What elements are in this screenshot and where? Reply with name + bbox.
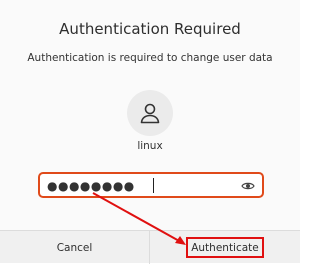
user-avatar (127, 90, 173, 136)
username-label: linux (137, 140, 163, 152)
text-caret (153, 178, 154, 193)
authentication-dialog: Authentication Required Authentication i… (0, 0, 300, 264)
dialog-title: Authentication Required (59, 20, 241, 38)
cancel-button[interactable]: Cancel (0, 231, 150, 264)
eye-icon[interactable] (241, 179, 255, 193)
dialog-message: Authentication is required to change use… (27, 52, 273, 64)
user-avatar-icon (140, 103, 160, 124)
annotation-highlight-box (186, 237, 264, 258)
password-field[interactable]: ●●●●●●●● (38, 172, 264, 198)
password-masked-value: ●●●●●●●● (47, 179, 135, 193)
